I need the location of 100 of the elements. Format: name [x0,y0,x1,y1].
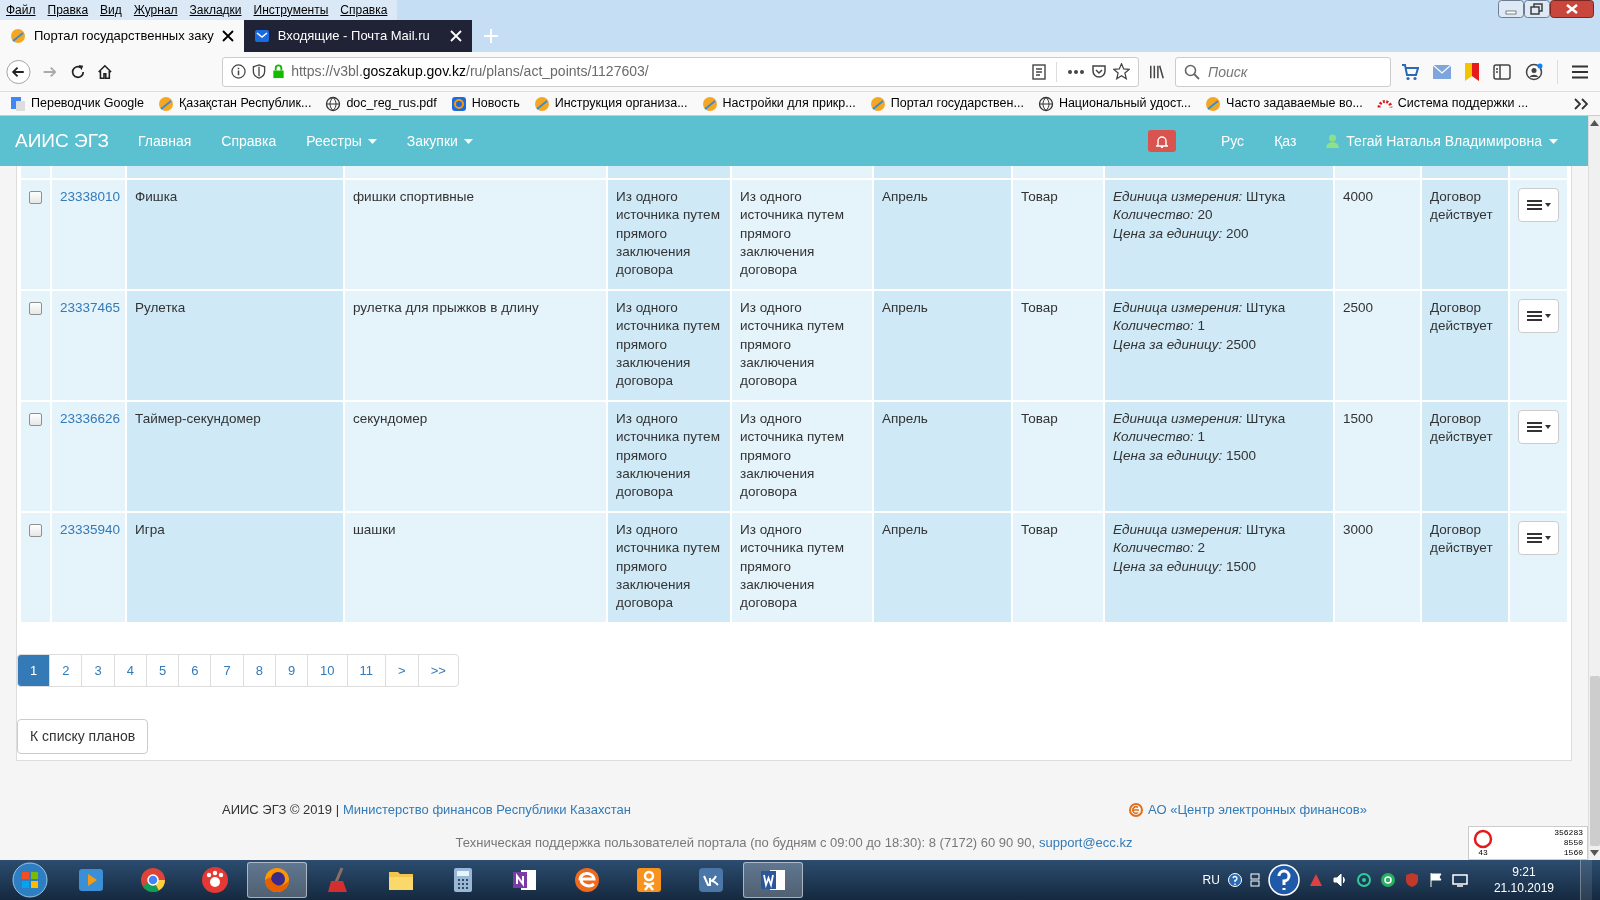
table-cell-text: Единица измерения: Штука [1113,410,1287,428]
actions-button[interactable] [1518,188,1559,222]
checkbox[interactable] [29,413,42,426]
restore-button[interactable] [1524,0,1550,18]
bookmark[interactable]: Настройки для прикр... [701,94,856,113]
checkbox[interactable] [29,191,42,204]
shield-icon [252,64,267,79]
chevrons-icon[interactable] [1574,98,1588,110]
table-cell-text: 1500 [1343,410,1375,428]
item-link[interactable]: 23336626 [60,411,121,426]
menu-icon [1526,200,1542,210]
browser-tab[interactable]: Портал государственных заку [0,20,244,52]
help-icon[interactable] [1227,873,1242,887]
bookmark[interactable]: Переводчик Google [10,94,145,113]
sun-icon [158,95,175,112]
speaker-icon[interactable] [1331,872,1348,888]
back-button[interactable] [6,57,31,86]
table-cell-text: Из одного источника путем прямого заключения договора [740,410,845,502]
notification-button[interactable] [1147,130,1176,152]
checkbox[interactable] [29,524,42,537]
pocket-icon[interactable] [1091,63,1107,80]
item-link[interactable]: 23337465 [60,300,121,315]
table-cell-text: Договор действует [1430,188,1494,225]
page-link[interactable]: 7 [210,654,244,687]
company-link[interactable]: АО «Центр электронных финансов» [1148,800,1367,820]
arrow-down-icon[interactable] [1590,850,1599,856]
page-link[interactable]: 9 [274,654,309,687]
checkbox[interactable] [29,302,42,315]
actions-button[interactable] [1518,299,1559,333]
caret-icon [463,138,473,144]
scrollbar[interactable] [1588,116,1600,860]
more-icon[interactable] [1067,68,1085,75]
bookmark[interactable]: Национальный удост... [1037,94,1192,113]
page-link[interactable]: >> [417,654,459,687]
bookmark[interactable]: Портал государствен... [869,94,1024,113]
page-link[interactable]: 10 [307,654,348,687]
cart-icon[interactable] [1401,62,1419,81]
minimize-button[interactable] [1498,0,1524,18]
actions-button[interactable] [1518,521,1559,555]
show-desktop-button[interactable] [1580,860,1592,900]
star-icon[interactable] [1113,63,1130,80]
menu-icon[interactable] [1572,64,1588,79]
bookmark[interactable]: Часто задаваемые во... [1205,94,1363,113]
scrollbar-thumb[interactable] [1589,676,1600,846]
library-icon[interactable] [1149,63,1165,80]
bookmark[interactable]: Новость [450,94,520,113]
item-link[interactable]: 23338010 [60,189,121,204]
start-button[interactable] [12,862,48,898]
menu-item[interactable]: Закладки [183,0,248,20]
item-link[interactable]: 23335940 [60,522,121,537]
table-cell-text: Цена за единицу: 1500 [1113,446,1258,465]
clock[interactable]: 9:21 21.10.2019 [1493,864,1554,896]
reader-view-icon[interactable] [1032,63,1046,80]
account-icon[interactable] [1525,62,1543,81]
flag-icon[interactable] [1427,872,1444,888]
bookmark[interactable]: Қазақстан Республик... [158,94,312,113]
close-button[interactable] [1550,0,1594,18]
monitor-icon[interactable] [1451,872,1468,888]
taskbar-button[interactable] [247,862,307,898]
bookmark[interactable]: Система поддержки ... [1376,94,1529,113]
actions-button[interactable] [1518,410,1559,444]
menu-item[interactable]: Правка [41,0,95,20]
taskbar-button[interactable] [743,862,803,898]
page-link[interactable]: 1 [17,654,51,687]
page-link[interactable]: 2 [49,654,83,687]
bookmark[interactable]: Инструкция организа... [533,94,688,113]
page-link[interactable]: > [385,654,419,687]
menu-item[interactable]: Журнал [127,0,184,20]
browser-icon [262,865,292,895]
ministry-link[interactable]: Министерство финансов Республики Казахстан [343,800,632,820]
table-cell-text: Апрель [882,299,929,317]
table-cell-text: Из одного источника путем прямого заключения договора [740,188,845,280]
arrow-up-icon[interactable] [1590,120,1599,126]
windows-icon[interactable] [1249,873,1260,887]
bell-icon [1155,134,1168,148]
menu-item[interactable]: Справка [334,0,394,20]
back-to-plans-button[interactable]: К списку планов [17,719,149,754]
paw-icon [200,865,230,895]
close-icon[interactable] [221,30,234,42]
table-cell-text: Апрель [882,188,929,206]
email-link[interactable]: support@ecc.kz [1039,832,1133,852]
page-link[interactable]: 3 [81,654,115,687]
page-link[interactable]: 5 [145,654,180,687]
page-link[interactable]: 4 [113,654,147,687]
caret-icon [1544,425,1551,429]
help-icon[interactable] [1267,864,1300,896]
menu-item[interactable]: Файл [0,0,42,20]
language-indicator[interactable]: RU [1202,871,1220,889]
page-link[interactable]: 6 [178,654,212,687]
table-cell-text: Товар [1021,188,1059,206]
table-cell-text: Таймер-секундомер [135,410,262,428]
browser-tab[interactable]: Входящие - Почта Mail.ru [243,20,472,52]
menu-item[interactable]: Вид [94,0,128,20]
menu-item[interactable]: Инструменты [247,0,335,20]
sidebar-icon[interactable] [1493,63,1511,80]
bookmark[interactable]: doc_reg_rus.pdf [325,94,437,113]
search-field[interactable]: Поиск [1175,56,1391,87]
page-link[interactable]: 11 [346,654,387,687]
page-link[interactable]: 8 [242,654,276,687]
address-bar[interactable]: https://v3bl.goszakup.gov.kz/ru/plans/act_points/1127603/ [222,56,1139,87]
